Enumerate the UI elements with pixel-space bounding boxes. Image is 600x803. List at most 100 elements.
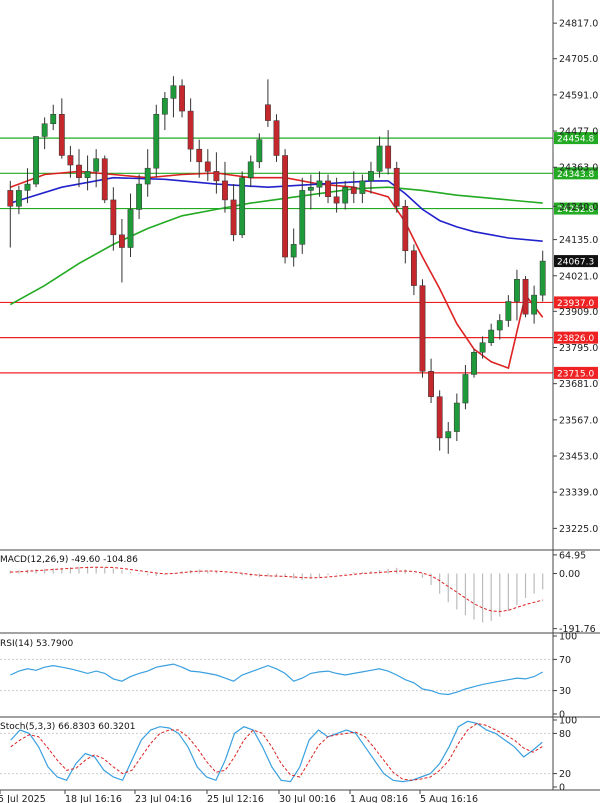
candle-body bbox=[479, 342, 486, 353]
macd-tick-label: 64.95 bbox=[559, 550, 586, 561]
candle-body bbox=[76, 164, 82, 178]
candle-body bbox=[282, 155, 288, 258]
candle-body bbox=[101, 158, 108, 201]
candle-body bbox=[33, 136, 39, 185]
candle-body bbox=[453, 402, 460, 432]
candle-body bbox=[7, 190, 14, 207]
candle-body bbox=[376, 145, 383, 172]
time-tick-label: 1 Aug 08:16 bbox=[350, 794, 408, 803]
candle-body bbox=[273, 120, 280, 156]
stoch-tick-label: 0 bbox=[559, 783, 565, 794]
stoch-tick-label: 80 bbox=[559, 729, 571, 740]
candle-body bbox=[15, 190, 22, 207]
candle-body bbox=[170, 85, 177, 99]
price-tick-label: 24135.0 bbox=[559, 235, 598, 246]
chart-canvas: 24454.824343.824232.823937.023826.023715… bbox=[0, 0, 600, 803]
macd-tick-label: 0.00 bbox=[559, 569, 580, 580]
candle-body bbox=[333, 196, 340, 204]
candle-body bbox=[222, 180, 228, 201]
candle-body bbox=[402, 206, 409, 251]
candle-body bbox=[179, 85, 185, 112]
candle-body bbox=[50, 113, 57, 125]
time-tick-label: 5 Aug 16:16 bbox=[420, 794, 478, 803]
candle-body bbox=[471, 351, 477, 375]
candle-body bbox=[24, 183, 31, 191]
candle-body bbox=[436, 396, 443, 439]
candle-body bbox=[325, 180, 331, 198]
candle-body bbox=[531, 294, 538, 315]
candle-body bbox=[265, 104, 271, 121]
candle-body bbox=[350, 186, 357, 194]
candle-body bbox=[393, 167, 400, 207]
rsi-tick-label: 70 bbox=[559, 655, 571, 666]
price-tick-label: 24705.0 bbox=[559, 54, 598, 65]
candle-body bbox=[290, 244, 297, 258]
price-tick-label: 23339.0 bbox=[559, 488, 598, 499]
price-axis: 24817.0 24705.0 24591.0 24477.0 24363.0 24240… bbox=[553, 19, 598, 535]
price-panel bbox=[0, 0, 553, 549]
time-tick-label: 15 Jul 2025 bbox=[0, 794, 46, 803]
time-tick-label: 25 Jul 12:16 bbox=[207, 794, 264, 803]
candle-body bbox=[247, 161, 254, 178]
candle-body bbox=[342, 186, 349, 204]
candle-body bbox=[230, 199, 237, 236]
rsi-tick-label: 100 bbox=[559, 632, 577, 643]
time-tick-label: 18 Jul 16:16 bbox=[65, 794, 122, 803]
candle-body bbox=[445, 431, 452, 439]
candle-body bbox=[505, 301, 512, 321]
candle-body bbox=[67, 155, 74, 166]
price-tick-label: 23225.0 bbox=[559, 524, 598, 535]
price-tick-label: 24477.0 bbox=[559, 127, 598, 138]
price-tick-label: 24591.0 bbox=[559, 90, 598, 101]
candle-body bbox=[385, 145, 392, 169]
candle-body bbox=[299, 190, 306, 245]
price-tick-label: 24021.0 bbox=[559, 271, 598, 282]
candle-body bbox=[93, 158, 100, 172]
candle-body bbox=[419, 285, 426, 372]
candle-body bbox=[161, 98, 168, 115]
level-label: 23715.0 bbox=[557, 369, 594, 379]
candle-body bbox=[41, 123, 48, 137]
candle-body bbox=[410, 250, 417, 286]
price-tick-label: 24363.0 bbox=[559, 163, 598, 174]
candle-body bbox=[136, 183, 143, 210]
candle-body bbox=[539, 260, 546, 296]
rsi-tick-label: 30 bbox=[559, 686, 571, 697]
macd-title: MACD(12,26,9) -49.60 -104.86 bbox=[0, 555, 138, 565]
candle-body bbox=[307, 186, 314, 191]
time-axis: 15 Jul 2025 18 Jul 16:16 23 Jul 04:16 25 Ju… bbox=[0, 790, 478, 803]
time-tick-label: 23 Jul 04:16 bbox=[135, 794, 192, 803]
candle-body bbox=[428, 371, 434, 397]
time-tick-label: 30 Jul 00:16 bbox=[279, 794, 336, 803]
candle-body bbox=[496, 320, 503, 331]
price-tick-label: 23909.0 bbox=[559, 307, 598, 318]
candle-body bbox=[488, 329, 495, 343]
price-tick-label: 24240.0 bbox=[559, 202, 598, 213]
candle-body bbox=[153, 113, 160, 169]
candle-body bbox=[514, 279, 520, 302]
stoch-tick-label: 100 bbox=[559, 716, 577, 727]
rsi-panel: 10070300 bbox=[0, 632, 577, 721]
candle-body bbox=[368, 171, 374, 182]
candle-body bbox=[204, 161, 211, 172]
stoch-tick-label: 20 bbox=[559, 769, 571, 780]
candle-body bbox=[127, 209, 134, 248]
candle-body bbox=[522, 279, 529, 315]
candle-body bbox=[462, 374, 469, 404]
rsi-line bbox=[10, 663, 543, 696]
candle-body bbox=[58, 113, 65, 156]
candle-body bbox=[119, 234, 125, 248]
candle-body bbox=[256, 139, 263, 163]
current-price-label: 24067.3 bbox=[557, 258, 594, 268]
candle-body bbox=[316, 180, 323, 188]
candle-body bbox=[213, 171, 220, 182]
candle-body bbox=[196, 148, 203, 163]
price-tick-label: 24817.0 bbox=[559, 19, 598, 30]
price-tick-label: 23567.0 bbox=[559, 415, 598, 426]
rsi-title: RSI(14) 53.7900 bbox=[0, 639, 73, 649]
candle-body bbox=[110, 199, 117, 236]
candle-body bbox=[359, 180, 366, 194]
candle-body bbox=[144, 167, 151, 185]
price-tick-label: 23681.0 bbox=[559, 379, 598, 390]
price-tick-label: 23795.0 bbox=[559, 343, 598, 354]
